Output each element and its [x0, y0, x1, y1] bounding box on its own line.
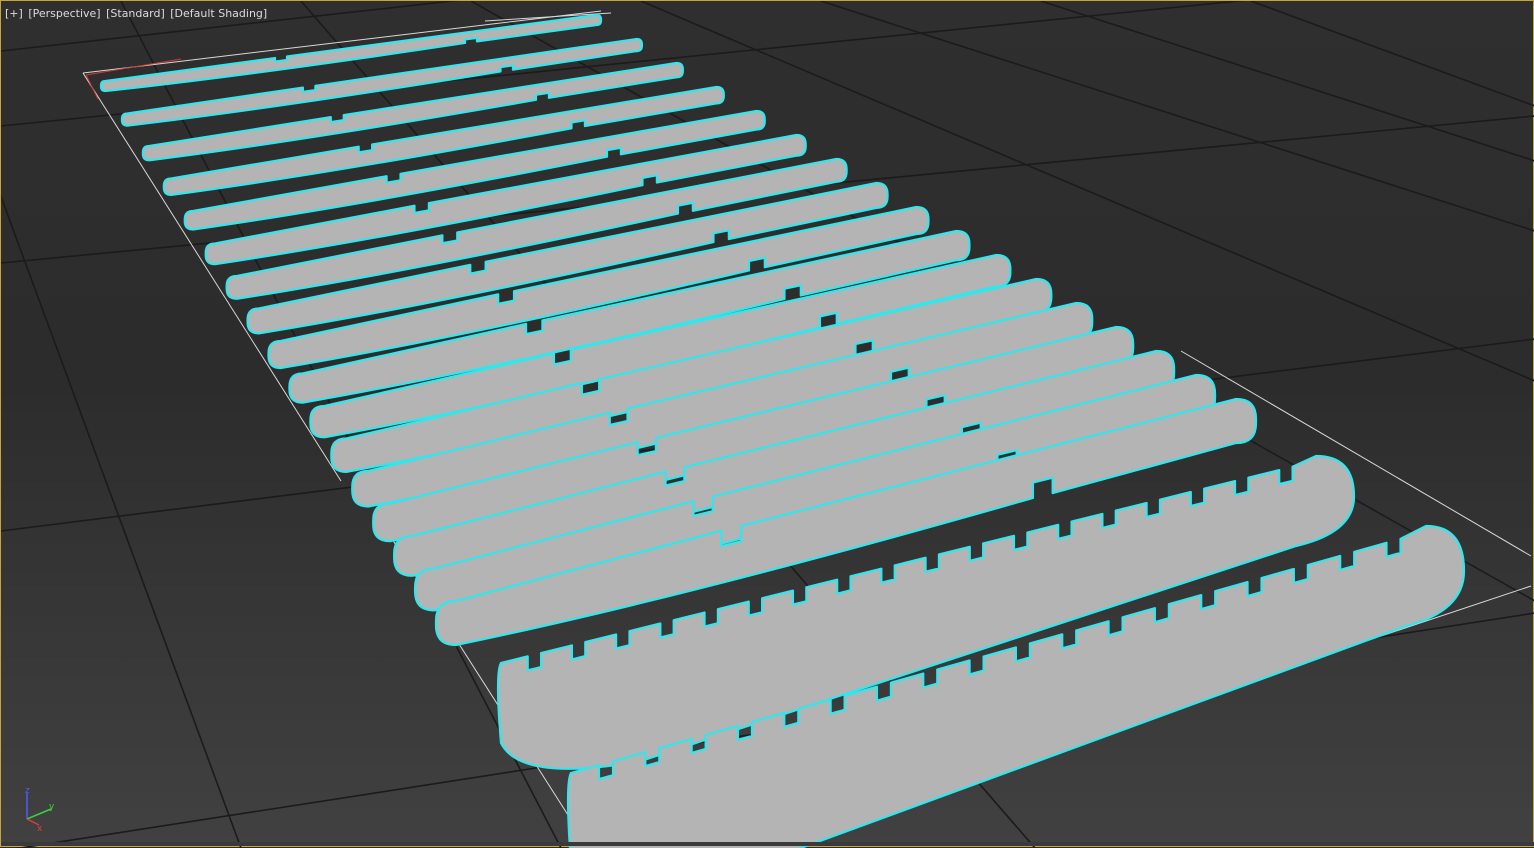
viewport-view-menu[interactable]: [Perspective] [28, 7, 100, 20]
axis-z-label: z [25, 786, 30, 796]
viewport-label-menu[interactable]: [+] [Perspective] [Standard] [Default Sh… [5, 7, 269, 20]
axis-y-label: y [49, 802, 55, 812]
perspective-viewport[interactable]: z y x [+] [Perspective] [Standard] [Defa… [0, 0, 1534, 848]
viewport-bottom-strip [1, 842, 1534, 846]
viewport-style-menu[interactable]: [Standard] [106, 7, 165, 20]
viewport-plus-menu[interactable]: [+] [5, 7, 23, 20]
viewport-scene[interactable]: z y x [1, 1, 1534, 848]
axis-gizmo: z y x [25, 786, 55, 834]
axis-x-label: x [37, 824, 43, 834]
viewport-shading-menu[interactable]: [Default Shading] [170, 7, 267, 20]
